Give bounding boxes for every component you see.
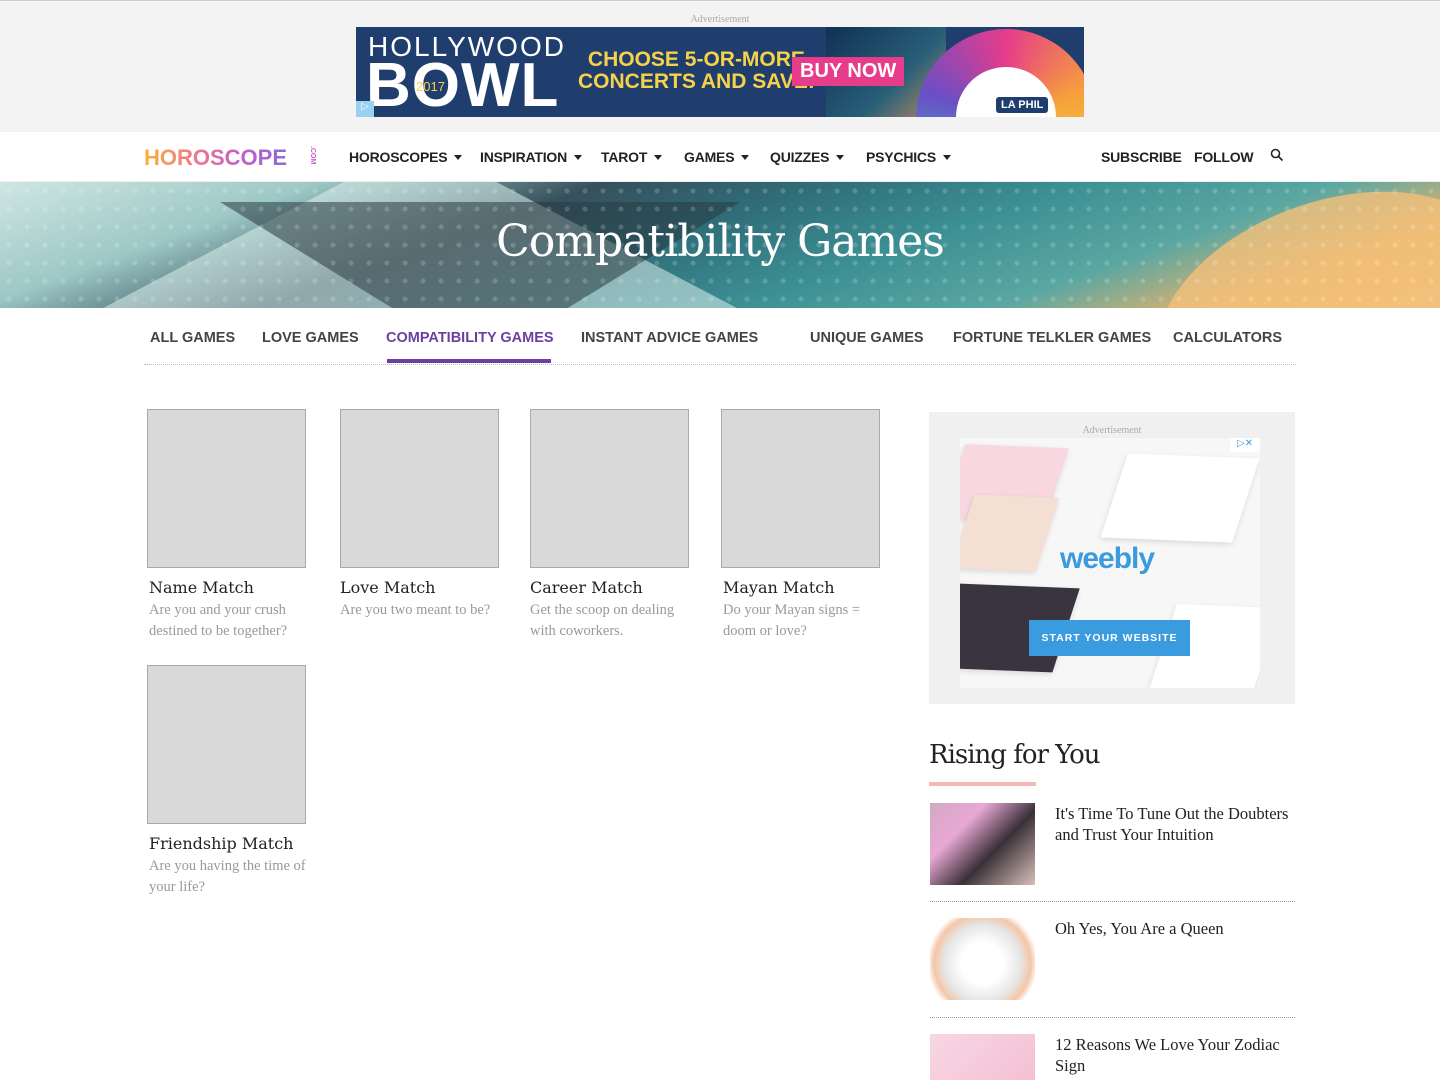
ad-buy-button[interactable]: BUY NOW (792, 57, 905, 86)
ad-sponsor-logo: LA PHIL (996, 97, 1049, 113)
search-icon[interactable] (1270, 148, 1284, 162)
nav-item-label: QUIZZES (770, 149, 830, 165)
tab-love-games[interactable]: LOVE GAMES (262, 330, 359, 346)
game-thumbnail[interactable] (721, 409, 880, 568)
nav-item-quizzes[interactable]: QUIZZES (770, 149, 845, 165)
ad-label: Advertisement (1082, 425, 1142, 436)
nav-item-label: GAMES (684, 149, 735, 165)
game-title[interactable]: Career Match (530, 578, 643, 597)
site-logo[interactable]: HOROSCOPE (144, 145, 287, 171)
game-title[interactable]: Friendship Match (149, 834, 293, 853)
page-title: Compatibility Games (496, 216, 945, 267)
nav-item-horoscopes[interactable]: HOROSCOPES (349, 149, 463, 165)
rising-title-underline (929, 782, 1036, 786)
nav-item-label: INSPIRATION (480, 149, 567, 165)
ad-headline-2: BOWL (366, 51, 560, 117)
game-description: Are you and your crush destined to be to… (149, 602, 288, 639)
nav-item-inspiration[interactable]: INSPIRATION (480, 149, 582, 165)
top-banner-ad[interactable]: HOLLYWOOD BOWL 2017 CHOOSE 5-OR-MORE CON… (356, 27, 1084, 117)
game-thumbnail[interactable] (530, 409, 689, 568)
start-website-button[interactable]: START YOUR WEBSITE (1029, 620, 1190, 656)
ad-year: 2017 (416, 79, 445, 94)
site-logo-suffix: .COM (309, 146, 316, 165)
story-title[interactable]: It's Time To Tune Out the Doubters and T… (1055, 803, 1300, 845)
caret-down-icon (454, 155, 463, 160)
ad-copy: CHOOSE 5-OR-MORE CONCERTS AND SAVE! (578, 49, 815, 93)
ad-copy-line-1: CHOOSE 5-OR-MORE (587, 48, 805, 71)
caret-down-icon (654, 155, 663, 160)
game-category-tabs: ALL GAMES LOVE GAMES COMPATIBILITY GAMES… (144, 308, 1296, 365)
subscribe-link[interactable]: SUBSCRIBE (1101, 149, 1182, 165)
game-title[interactable]: Name Match (149, 578, 254, 597)
story-divider (930, 1017, 1295, 1018)
nav-item-tarot[interactable]: TAROT (601, 149, 663, 165)
adchoices-icon[interactable]: ▷ (356, 101, 374, 117)
game-description: Do your Mayan signs = doom or love? (723, 602, 861, 639)
game-thumbnail[interactable] (147, 409, 306, 568)
nav-item-games[interactable]: GAMES (684, 149, 750, 165)
ad-copy-line-2: CONCERTS AND SAVE! (578, 70, 815, 93)
game-description: Are you having the time of your life? (149, 858, 306, 895)
game-title[interactable]: Love Match (340, 578, 435, 597)
game-thumbnail[interactable] (340, 409, 499, 568)
tab-unique-games[interactable]: UNIQUE GAMES (810, 330, 924, 346)
main-nav: HOROSCOPE .COM HOROSCOPES INSPIRATION TA… (0, 132, 1440, 182)
top-ad-container: Advertisement HOLLYWOOD BOWL 2017 CHOOSE… (0, 0, 1440, 132)
tab-instant-advice-games[interactable]: INSTANT ADVICE GAMES (581, 330, 758, 346)
ad-close-icon[interactable]: ▷✕ (1230, 438, 1260, 452)
game-description: Are you two meant to be? (340, 602, 491, 618)
nav-item-psychics[interactable]: PSYCHICS (866, 149, 951, 165)
ad-brand-logo: weebly (1060, 542, 1155, 575)
sidebar-ad-container: Advertisement weebly START YOUR WEBSITE … (929, 412, 1295, 704)
tab-fortune-teller-games[interactable]: FORTUNE TELKLER GAMES (953, 330, 1151, 346)
rising-section-title: Rising for You (929, 740, 1100, 770)
active-tab-indicator (387, 359, 551, 363)
game-title[interactable]: Mayan Match (723, 578, 835, 597)
ad-label: Advertisement (690, 14, 750, 25)
story-thumbnail[interactable] (930, 1034, 1035, 1080)
caret-down-icon (836, 155, 845, 160)
nav-item-label: PSYCHICS (866, 149, 936, 165)
follow-link[interactable]: FOLLOW (1194, 149, 1254, 165)
tab-compatibility-games[interactable]: COMPATIBILITY GAMES (386, 330, 554, 346)
story-thumbnail[interactable] (930, 918, 1035, 1000)
tab-calculators[interactable]: CALCULATORS (1173, 330, 1282, 346)
tab-all-games[interactable]: ALL GAMES (150, 330, 235, 346)
caret-down-icon (942, 155, 951, 160)
story-divider (930, 901, 1295, 902)
story-title[interactable]: 12 Reasons We Love Your Zodiac Sign (1055, 1034, 1300, 1076)
caret-down-icon (574, 155, 582, 160)
game-thumbnail[interactable] (147, 665, 306, 824)
game-description: Get the scoop on dealing with coworkers. (530, 602, 675, 639)
sidebar-ad[interactable]: weebly START YOUR WEBSITE ▷✕ (960, 438, 1260, 688)
story-title[interactable]: Oh Yes, You Are a Queen (1055, 918, 1300, 939)
nav-item-label: TAROT (601, 149, 648, 165)
story-thumbnail[interactable] (930, 803, 1035, 885)
caret-down-icon (741, 155, 750, 160)
nav-item-label: HOROSCOPES (349, 149, 448, 165)
